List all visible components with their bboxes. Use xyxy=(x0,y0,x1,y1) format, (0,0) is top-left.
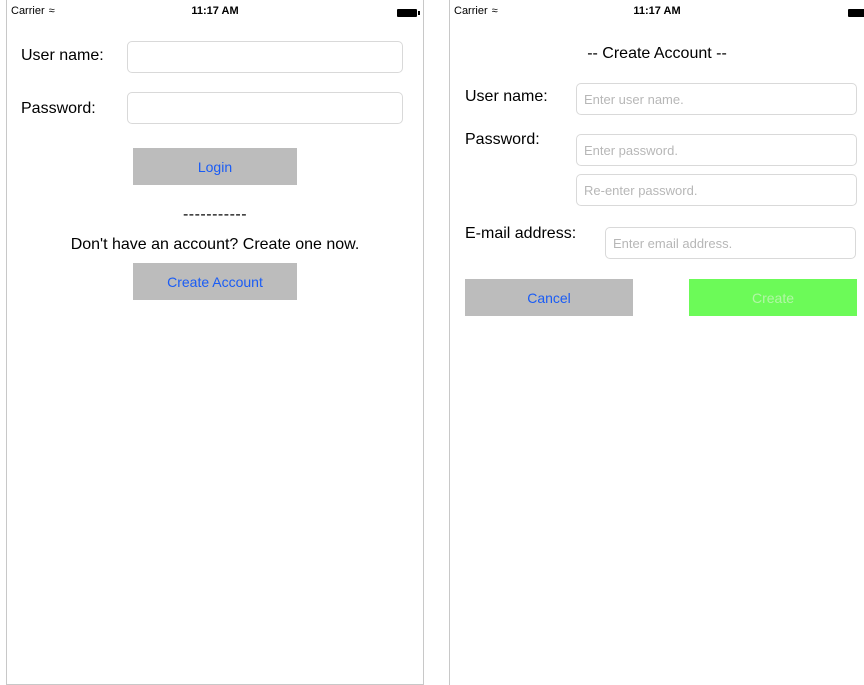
divider-text: ----------- xyxy=(182,206,248,223)
status-time: 11:17 AM xyxy=(191,5,239,17)
cancel-button[interactable]: Cancel xyxy=(465,279,633,316)
password-input[interactable] xyxy=(576,134,857,166)
status-bar: Carrier ≈ 11:17 AM xyxy=(450,0,864,24)
reenter-password-input[interactable] xyxy=(576,174,857,206)
username-input[interactable] xyxy=(576,83,857,115)
status-time: 11:17 AM xyxy=(633,5,681,17)
email-input[interactable] xyxy=(605,227,856,259)
battery-icon xyxy=(848,9,864,17)
login-button[interactable]: Login xyxy=(133,148,297,185)
create-account-prompt: Don't have an account? Create one now. xyxy=(70,236,360,253)
username-input[interactable] xyxy=(127,41,403,73)
create-account-screen: Carrier ≈ 11:17 AM -- Create Account -- U… xyxy=(449,0,864,685)
status-bar: Carrier ≈ 11:17 AM xyxy=(7,0,423,24)
create-button[interactable]: Create xyxy=(689,279,857,316)
login-screen: Carrier ≈ 11:17 AM User name: Password: L… xyxy=(6,0,424,685)
password-label: Password: xyxy=(465,131,540,148)
password-label: Password: xyxy=(21,100,96,117)
password-input[interactable] xyxy=(127,92,403,124)
page-title: -- Create Account -- xyxy=(587,45,727,62)
email-label: E-mail address: xyxy=(465,225,577,242)
battery-icon xyxy=(397,9,420,17)
username-label: User name: xyxy=(465,88,548,105)
create-account-button[interactable]: Create Account xyxy=(133,263,297,300)
username-label: User name: xyxy=(21,47,104,64)
